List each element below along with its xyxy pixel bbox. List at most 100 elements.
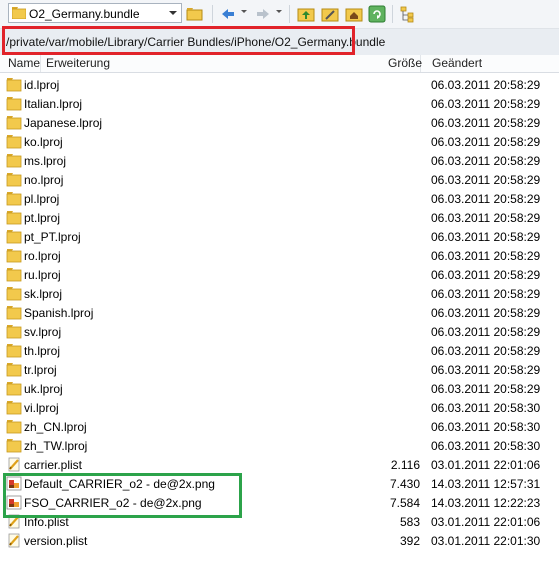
file-modified: 06.03.2011 20:58:29	[431, 154, 541, 168]
file-modified: 06.03.2011 20:58:29	[431, 249, 541, 263]
file-modified: 06.03.2011 20:58:29	[431, 135, 541, 149]
file-modified: 06.03.2011 20:58:29	[431, 325, 541, 339]
file-modified: 03.01.2011 22:01:06	[431, 458, 541, 472]
folder-icon	[6, 192, 22, 206]
file-modified: 06.03.2011 20:58:30	[431, 401, 541, 415]
file-row[interactable]: Italian.lproj 06.03.2011 20:58:29	[0, 94, 559, 113]
folder-icon	[6, 249, 22, 263]
file-name: zh_CN.lproj	[24, 420, 87, 434]
file-name: vi.lproj	[24, 401, 59, 415]
folder-icon	[6, 135, 22, 149]
back-dropdown-icon[interactable]	[241, 10, 247, 13]
column-extension[interactable]: Erweiterung	[46, 56, 110, 70]
file-size: 7.584	[389, 496, 420, 510]
file-name: ko.lproj	[24, 135, 63, 149]
file-modified: 06.03.2011 20:58:29	[431, 363, 541, 377]
folder-icon	[6, 78, 22, 92]
forward-arrow-icon[interactable]	[254, 5, 272, 23]
folder-icon	[6, 116, 22, 130]
folder-icon	[6, 97, 22, 111]
file-size: 2.116	[390, 458, 420, 472]
file-modified: 14.03.2011 12:57:31	[431, 477, 541, 491]
folder-icon	[6, 382, 22, 396]
file-name: pt.lproj	[24, 211, 61, 225]
file-row[interactable]: pl.lproj 06.03.2011 20:58:29	[0, 189, 559, 208]
file-row[interactable]: carrier.plist 2.116 03.01.2011 22:01:06	[0, 455, 559, 474]
file-name: uk.lproj	[24, 382, 63, 396]
folder-icon	[6, 344, 22, 358]
column-header: Name Erweiterung Größe Geändert	[0, 55, 559, 73]
folder-icon	[6, 325, 22, 339]
file-name: zh_TW.lproj	[24, 439, 88, 453]
file-row[interactable]: pt_PT.lproj 06.03.2011 20:58:29	[0, 227, 559, 246]
file-modified: 03.01.2011 22:01:30	[431, 534, 541, 548]
png-files-highlight-box	[3, 473, 242, 518]
file-row[interactable]: pt.lproj 06.03.2011 20:58:29	[0, 208, 559, 227]
forward-dropdown-icon[interactable]	[276, 10, 282, 13]
file-row[interactable]: no.lproj 06.03.2011 20:58:29	[0, 170, 559, 189]
refresh-icon[interactable]	[368, 5, 386, 23]
location-combo-text: O2_Germany.bundle	[29, 7, 140, 21]
file-row[interactable]: version.plist 392 03.01.2011 22:01:30	[0, 531, 559, 550]
file-row[interactable]: ru.lproj 06.03.2011 20:58:29	[0, 265, 559, 284]
column-size[interactable]: Größe	[388, 56, 422, 70]
file-modified: 06.03.2011 20:58:29	[431, 268, 541, 282]
file-name: sk.lproj	[24, 287, 63, 301]
column-modified[interactable]: Geändert	[432, 56, 482, 70]
file-row[interactable]: ko.lproj 06.03.2011 20:58:29	[0, 132, 559, 151]
tree-view-icon[interactable]	[399, 5, 417, 23]
file-row[interactable]: sv.lproj 06.03.2011 20:58:29	[0, 322, 559, 341]
file-row[interactable]: Spanish.lproj 06.03.2011 20:58:29	[0, 303, 559, 322]
file-row[interactable]: zh_CN.lproj 06.03.2011 20:58:30	[0, 417, 559, 436]
file-row[interactable]: id.lproj 06.03.2011 20:58:29	[0, 75, 559, 94]
root-folder-icon[interactable]	[321, 5, 339, 23]
file-modified: 06.03.2011 20:58:30	[431, 439, 541, 453]
column-separator[interactable]	[40, 55, 41, 72]
folder-icon	[6, 420, 22, 434]
file-modified: 06.03.2011 20:58:29	[431, 78, 541, 92]
plist-file-icon	[8, 533, 20, 548]
file-row[interactable]: ms.lproj 06.03.2011 20:58:29	[0, 151, 559, 170]
home-folder-icon[interactable]	[345, 5, 363, 23]
folder-icon	[6, 363, 22, 377]
folder-icon	[6, 230, 22, 244]
file-name: pt_PT.lproj	[24, 230, 81, 244]
toolbar-separator	[392, 5, 393, 23]
file-row[interactable]: sk.lproj 06.03.2011 20:58:29	[0, 284, 559, 303]
folder-icon	[6, 154, 22, 168]
file-row[interactable]: vi.lproj 06.03.2011 20:58:30	[0, 398, 559, 417]
folder-icon	[6, 211, 22, 225]
file-name: version.plist	[24, 534, 88, 548]
file-name: ru.lproj	[24, 268, 61, 282]
file-row[interactable]: th.lproj 06.03.2011 20:58:29	[0, 341, 559, 360]
file-modified: 06.03.2011 20:58:29	[431, 287, 541, 301]
file-name: tr.lproj	[24, 363, 57, 377]
file-modified: 06.03.2011 20:58:30	[431, 420, 541, 434]
folder-icon	[6, 439, 22, 453]
file-modified: 06.03.2011 20:58:29	[431, 173, 541, 187]
column-name[interactable]: Name	[8, 56, 40, 70]
file-row[interactable]: zh_TW.lproj 06.03.2011 20:58:30	[0, 436, 559, 455]
file-name: Japanese.lproj	[24, 116, 103, 130]
chevron-down-icon[interactable]	[169, 11, 177, 15]
file-name: ro.lproj	[24, 249, 61, 263]
browse-folder-icon[interactable]	[186, 5, 204, 23]
file-modified: 14.03.2011 12:22:23	[431, 496, 541, 510]
file-modified: 06.03.2011 20:58:29	[431, 344, 541, 358]
file-name: id.lproj	[24, 78, 60, 92]
back-arrow-icon[interactable]	[219, 5, 237, 23]
plist-file-icon	[8, 457, 20, 472]
file-modified: 06.03.2011 20:58:29	[431, 230, 541, 244]
parent-folder-icon[interactable]	[297, 5, 315, 23]
file-name: carrier.plist	[24, 458, 83, 472]
file-row[interactable]: uk.lproj 06.03.2011 20:58:29	[0, 379, 559, 398]
folder-icon	[6, 173, 22, 187]
file-row[interactable]: tr.lproj 06.03.2011 20:58:29	[0, 360, 559, 379]
file-modified: 06.03.2011 20:58:29	[431, 192, 541, 206]
toolbar-separator	[289, 5, 290, 23]
path-highlight-box	[2, 26, 355, 55]
location-combo[interactable]: O2_Germany.bundle	[8, 3, 182, 23]
toolbar-separator	[212, 5, 213, 23]
file-row[interactable]: ro.lproj 06.03.2011 20:58:29	[0, 246, 559, 265]
file-row[interactable]: Japanese.lproj 06.03.2011 20:58:29	[0, 113, 559, 132]
